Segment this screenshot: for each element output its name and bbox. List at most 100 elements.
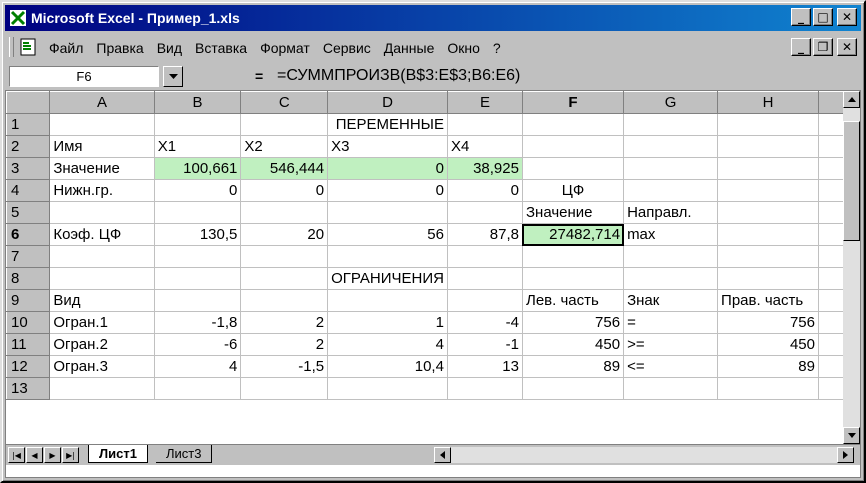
menu-edit[interactable]: Правка <box>96 40 143 56</box>
column-header[interactable]: F <box>521 91 625 114</box>
cell-g12[interactable]: <= <box>623 355 719 378</box>
name-box-dropdown[interactable] <box>163 66 183 87</box>
cell-b8[interactable] <box>153 267 242 290</box>
cell-d5[interactable] <box>327 201 448 224</box>
minimize-button[interactable]: _ <box>791 8 811 26</box>
cell-g5[interactable]: Направл. <box>623 201 719 224</box>
cell-a5[interactable] <box>49 201 155 224</box>
cell-b1[interactable] <box>153 113 242 136</box>
cell-c9[interactable] <box>240 289 329 312</box>
menu-tools[interactable]: Сервис <box>323 40 371 56</box>
cell-f5[interactable]: Значение <box>521 201 625 224</box>
cell-g13[interactable] <box>623 377 719 400</box>
cell-e13[interactable] <box>446 377 523 400</box>
row-header[interactable]: 10 <box>6 311 51 334</box>
scroll-up-button[interactable] <box>843 91 860 108</box>
cell-g1[interactable] <box>623 113 719 136</box>
cell-a11[interactable]: Огран.2 <box>49 333 155 356</box>
cell-f1[interactable] <box>521 113 625 136</box>
cell-h5[interactable] <box>717 201 819 224</box>
title-bar[interactable]: Microsoft Excel - Пример_1.xls _ □ ✕ <box>5 5 861 31</box>
cell-a3[interactable]: Значение <box>49 157 155 180</box>
cell-a9[interactable]: Вид <box>49 289 155 312</box>
cell-g6[interactable]: max <box>623 223 719 246</box>
cell-e4[interactable]: 0 <box>446 179 523 202</box>
cell-h13[interactable] <box>717 377 819 400</box>
cell-g3[interactable] <box>623 157 719 180</box>
cell-d7[interactable] <box>327 245 448 268</box>
row-header[interactable]: 7 <box>6 245 51 268</box>
cell-c12[interactable]: -1,5 <box>240 355 329 378</box>
cell-h4[interactable] <box>717 179 819 202</box>
cell-f12[interactable]: 89 <box>521 355 625 378</box>
cell-h6[interactable] <box>717 223 819 246</box>
column-header[interactable]: E <box>446 91 523 114</box>
cell-a1[interactable] <box>49 113 155 136</box>
row-header[interactable]: 13 <box>6 377 51 400</box>
cell-d9[interactable] <box>327 289 448 312</box>
cell-d8[interactable]: ОГРАНИЧЕНИЯ <box>327 267 448 290</box>
row-header[interactable]: 3 <box>6 157 51 180</box>
last-sheet-button[interactable]: ▶| <box>62 447 79 463</box>
cell-b4[interactable]: 0 <box>153 179 242 202</box>
doc-restore-button[interactable]: ❐ <box>813 38 833 56</box>
cell-e3[interactable]: 38,925 <box>446 157 523 180</box>
first-sheet-button[interactable]: |◀ <box>8 447 25 463</box>
cell-d4[interactable]: 0 <box>327 179 448 202</box>
scroll-thumb[interactable] <box>843 121 860 241</box>
name-box[interactable]: F6 <box>9 66 159 87</box>
cell-g9[interactable]: Знак <box>623 289 719 312</box>
cell-f9[interactable]: Лев. часть <box>521 289 625 312</box>
cell-e10[interactable]: -4 <box>446 311 523 334</box>
cell-e12[interactable]: 13 <box>446 355 523 378</box>
cell-f7[interactable] <box>521 245 625 268</box>
cell-b6[interactable]: 130,5 <box>153 223 242 246</box>
cell-h9[interactable]: Прав. часть <box>717 289 819 312</box>
cell-f13[interactable] <box>521 377 625 400</box>
cell-g7[interactable] <box>623 245 719 268</box>
cell-g10[interactable]: = <box>623 311 719 334</box>
cell-b10[interactable]: -1,8 <box>153 311 242 334</box>
cell-c8[interactable] <box>240 267 329 290</box>
menu-help[interactable]: ? <box>493 40 501 56</box>
cell-c13[interactable] <box>240 377 329 400</box>
vertical-scrollbar[interactable] <box>843 91 860 444</box>
cell-a2[interactable]: Имя <box>49 135 155 158</box>
row-header[interactable]: 6 <box>6 223 51 246</box>
cell-d12[interactable]: 10,4 <box>327 355 448 378</box>
cell-a10[interactable]: Огран.1 <box>49 311 155 334</box>
cell-b12[interactable]: 4 <box>153 355 242 378</box>
cell-g4[interactable] <box>623 179 719 202</box>
horizontal-scrollbar[interactable] <box>434 447 854 463</box>
cell-c1[interactable] <box>240 113 329 136</box>
cell-b5[interactable] <box>153 201 242 224</box>
cell-c7[interactable] <box>240 245 329 268</box>
cell-f6[interactable]: 27482,714 <box>521 223 625 246</box>
cell-d1[interactable]: ПЕРЕМЕННЫЕ <box>327 113 448 136</box>
scroll-right-button[interactable] <box>837 447 854 463</box>
cell-e8[interactable] <box>446 267 523 290</box>
menu-view[interactable]: Вид <box>157 40 182 56</box>
cell-d3[interactable]: 0 <box>327 157 448 180</box>
cell-d13[interactable] <box>327 377 448 400</box>
doc-close-button[interactable]: ✕ <box>837 38 857 56</box>
cell-b3[interactable]: 100,661 <box>153 157 242 180</box>
cell-d11[interactable]: 4 <box>327 333 448 356</box>
cell-f4[interactable]: ЦФ <box>521 179 625 202</box>
cell-h10[interactable]: 756 <box>717 311 819 334</box>
row-header[interactable]: 8 <box>6 267 51 290</box>
formula-input[interactable]: =СУММПРОИЗВ(B$3:E$3;B6:E6) <box>277 66 857 88</box>
menu-insert[interactable]: Вставка <box>195 40 247 56</box>
cell-e1[interactable] <box>446 113 523 136</box>
row-header[interactable]: 5 <box>6 201 51 224</box>
scroll-down-button[interactable] <box>843 427 860 444</box>
cell-c5[interactable] <box>240 201 329 224</box>
menu-format[interactable]: Формат <box>260 40 310 56</box>
cell-a7[interactable] <box>49 245 155 268</box>
cell-g2[interactable] <box>623 135 719 158</box>
row-header[interactable]: 12 <box>6 355 51 378</box>
cell-c3[interactable]: 546,444 <box>240 157 329 180</box>
select-all-corner[interactable] <box>6 91 51 114</box>
cell-g11[interactable]: >= <box>623 333 719 356</box>
row-header[interactable]: 1 <box>6 113 51 136</box>
